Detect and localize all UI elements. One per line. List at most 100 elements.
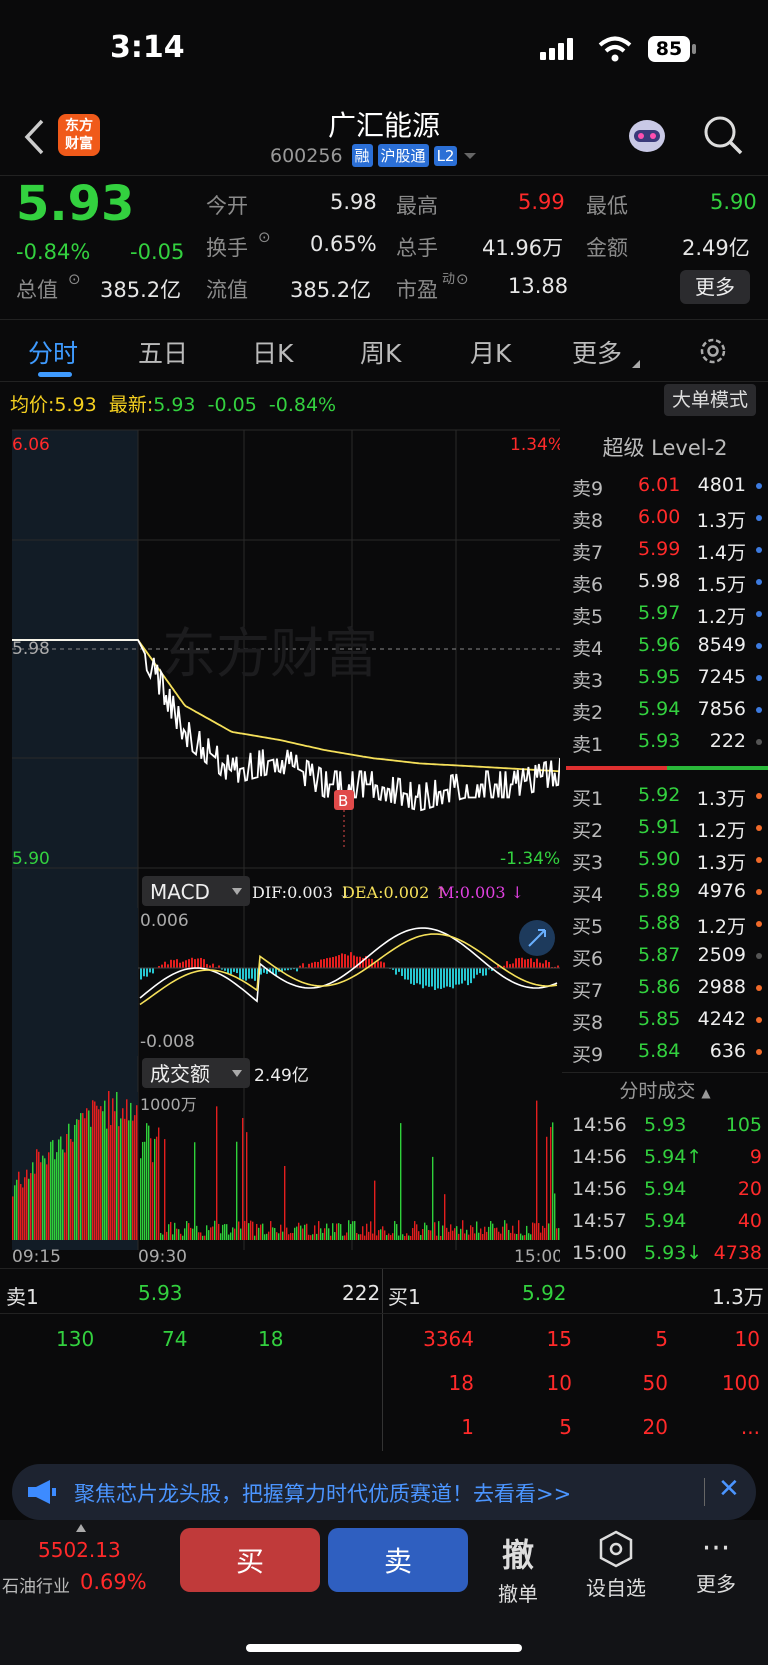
buy-row[interactable]: 买9 5.84 636	[562, 1036, 768, 1068]
banner-text[interactable]: 聚焦芯片龙头股，把握算力时代优质赛道！去看看>>	[74, 1478, 571, 1508]
volume-bar	[112, 1098, 114, 1240]
info-icon[interactable]: ⊙	[456, 270, 469, 288]
close-icon[interactable]: ✕	[718, 1474, 740, 1504]
volume-bar	[32, 1162, 34, 1240]
info-icon[interactable]: ⊙	[258, 228, 271, 246]
home-indicator	[246, 1644, 522, 1652]
volume-bar	[502, 1226, 504, 1240]
low-label: 最低	[586, 194, 628, 218]
float-cap-label: 流值	[206, 278, 248, 302]
volume-bar	[260, 1224, 262, 1240]
pmin-label: -1.34%	[500, 849, 560, 869]
buy-row[interactable]: 买1 5.92 1.3万	[562, 780, 768, 812]
volume-bar	[216, 1106, 218, 1240]
sell-row[interactable]: 卖1 5.93 222	[562, 726, 768, 758]
tab-weekly[interactable]: 周K	[360, 334, 401, 370]
macd-bar	[440, 968, 442, 989]
battery-icon: 85	[648, 36, 690, 62]
status-dot-icon	[756, 643, 762, 649]
buy-row[interactable]: 买8 5.85 4242	[562, 1004, 768, 1036]
volume-bar	[296, 1226, 298, 1240]
sell-level-label: 卖7	[572, 542, 604, 564]
macd-bar	[401, 968, 403, 976]
tab-monthly[interactable]: 月K	[470, 334, 511, 370]
macd-bar	[437, 968, 439, 989]
buy-row[interactable]: 买2 5.91 1.2万	[562, 812, 768, 844]
sell-row[interactable]: 卖8 6.00 1.3万	[562, 502, 768, 534]
volume-bar	[222, 1224, 224, 1240]
tab-more[interactable]: 更多	[572, 334, 622, 370]
buy-button[interactable]: 买	[180, 1528, 320, 1592]
volume-bar	[52, 1140, 54, 1240]
ticks-title[interactable]: 分时成交 ▲	[562, 1074, 768, 1110]
volume-bar	[458, 1233, 460, 1240]
volume-bar	[20, 1184, 22, 1240]
buy-level-price: 5.92	[638, 784, 681, 806]
pe-value: 13.88	[508, 274, 569, 298]
volume-bar	[106, 1128, 108, 1240]
volume-bar	[370, 1221, 372, 1240]
buy-row[interactable]: 买5 5.88 1.2万	[562, 908, 768, 940]
buy-row[interactable]: 买4 5.89 4976	[562, 876, 768, 908]
macd-bar	[467, 968, 469, 986]
buy-row[interactable]: 买3 5.90 1.3万	[562, 844, 768, 876]
more-menu-button[interactable]: ··· 更多	[676, 1530, 756, 1597]
robot-assistant-icon[interactable]	[624, 112, 670, 158]
volume-bar	[164, 1139, 166, 1240]
sell-level-label: 卖6	[572, 574, 604, 596]
volume-bar	[436, 1235, 438, 1240]
macd-bar	[482, 968, 484, 976]
volume-bar	[362, 1226, 364, 1240]
volume-bar	[270, 1221, 272, 1240]
intraday-chart-area[interactable]: 均价:5.93 最新:5.93 -0.05 -0.84% 大单模式 东方财富 B…	[0, 382, 756, 1262]
big-order-mode-button[interactable]: 大单模式	[664, 384, 756, 416]
sell-button[interactable]: 卖	[328, 1528, 468, 1592]
tab-daily[interactable]: 日K	[252, 334, 293, 370]
macd-bar	[350, 952, 352, 968]
sell-row[interactable]: 卖3 5.95 7245	[562, 662, 768, 694]
volume-value: 41.96万	[482, 236, 564, 260]
volume-bar	[324, 1228, 326, 1240]
volume-bar	[40, 1162, 42, 1240]
watermark: 东方财富	[162, 622, 378, 685]
volume-bar	[240, 1228, 242, 1240]
buy-level-volume: 2509	[697, 944, 746, 966]
macd-bar	[509, 964, 511, 968]
chevron-down-icon[interactable]	[462, 151, 478, 161]
settings-gear-icon[interactable]	[698, 336, 728, 366]
sell-row[interactable]: 卖9 6.01 4801	[562, 470, 768, 502]
industry-name[interactable]: 石油行业	[2, 1572, 70, 1597]
ymin-label: 5.90	[12, 849, 50, 869]
sell-level-volume: 7856	[697, 698, 746, 720]
volume-bar	[450, 1224, 452, 1240]
sell-row[interactable]: 卖2 5.94 7856	[562, 694, 768, 726]
buy-row[interactable]: 买6 5.87 2509	[562, 940, 768, 972]
cancel-order-button[interactable]: 撤 撤单	[478, 1530, 558, 1607]
buy-level-volume: 4242	[697, 1008, 746, 1030]
macd-bar	[311, 962, 313, 968]
search-icon[interactable]	[702, 114, 744, 156]
tab-5day[interactable]: 五日	[138, 334, 188, 370]
volume-bar	[276, 1232, 278, 1240]
buy-row[interactable]: 买7 5.86 2988	[562, 972, 768, 1004]
macd-bar	[146, 968, 148, 977]
sell-row[interactable]: 卖5 5.97 1.2万	[562, 598, 768, 630]
level2-title: 超级 Level-2	[602, 436, 728, 460]
sell-row[interactable]: 卖4 5.96 8549	[562, 630, 768, 662]
sell-level-label: 卖8	[572, 510, 604, 532]
sell-row[interactable]: 卖7 5.99 1.4万	[562, 534, 768, 566]
volume-bar	[396, 1224, 398, 1240]
promo-banner[interactable]: 聚焦芯片龙头股，把握算力时代优质赛道！去看看>> ✕	[12, 1464, 756, 1520]
volume-bar	[556, 1228, 558, 1240]
sell-row[interactable]: 卖6 5.98 1.5万	[562, 566, 768, 598]
tab-intraday[interactable]: 分时	[28, 334, 78, 370]
info-icon[interactable]: ⊙	[68, 270, 81, 288]
add-favorite-button[interactable]: 设自选	[576, 1530, 656, 1601]
more-button[interactable]: 更多	[680, 270, 750, 304]
bid-queue-item: 100	[721, 1371, 760, 1395]
quote-panel: 5.93 -0.84% -0.05 今开 5.98 最高 5.99 最低 5.9…	[0, 176, 768, 320]
index-value[interactable]: 5502.13	[38, 1538, 121, 1562]
volume-bar	[78, 1119, 80, 1240]
megaphone-icon	[28, 1480, 56, 1504]
macd-bar	[176, 959, 178, 968]
